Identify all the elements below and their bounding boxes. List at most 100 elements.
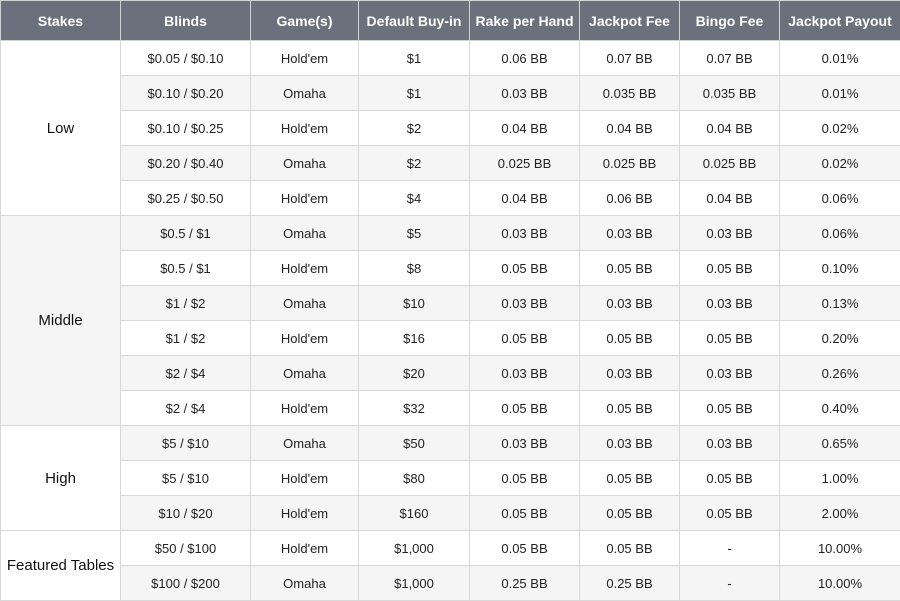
default-buy-in-cell: $4 [359, 181, 470, 216]
default-buy-in-cell: $1 [359, 76, 470, 111]
jackpot-fee-cell: 0.05 BB [580, 531, 680, 566]
rake-per-hand-cell: 0.03 BB [470, 216, 580, 251]
blinds-cell: $0.20 / $0.40 [121, 146, 251, 181]
jackpot-fee-cell: 0.03 BB [580, 216, 680, 251]
table-row: $100 / $200Omaha$1,0000.25 BB0.25 BB-10.… [1, 566, 900, 601]
default-buy-in-cell: $1 [359, 41, 470, 76]
default-buy-in-cell: $10 [359, 286, 470, 321]
stakes-cell: Middle [1, 216, 121, 426]
jackpot-payout-cell: 0.26% [780, 356, 900, 391]
jackpot-payout-cell: 10.00% [780, 531, 900, 566]
default-buy-in-cell: $2 [359, 111, 470, 146]
blinds-cell: $50 / $100 [121, 531, 251, 566]
default-buy-in-cell: $16 [359, 321, 470, 356]
bingo-fee-cell: 0.03 BB [680, 356, 780, 391]
default-buy-in-cell: $160 [359, 496, 470, 531]
jackpot-fee-cell: 0.03 BB [580, 426, 680, 461]
rake-per-hand-cell: 0.03 BB [470, 76, 580, 111]
default-buy-in-cell: $5 [359, 216, 470, 251]
game-cell: Hold'em [251, 531, 359, 566]
header-blinds: Blinds [121, 1, 251, 41]
table-row: $2 / $4Hold'em$320.05 BB0.05 BB0.05 BB0.… [1, 391, 900, 426]
game-cell: Omaha [251, 286, 359, 321]
blinds-cell: $0.5 / $1 [121, 216, 251, 251]
table-row: $2 / $4Omaha$200.03 BB0.03 BB0.03 BB0.26… [1, 356, 900, 391]
blinds-cell: $0.10 / $0.20 [121, 76, 251, 111]
jackpot-fee-cell: 0.025 BB [580, 146, 680, 181]
jackpot-fee-cell: 0.05 BB [580, 461, 680, 496]
table-row: $0.5 / $1Hold'em$80.05 BB0.05 BB0.05 BB0… [1, 251, 900, 286]
jackpot-fee-cell: 0.04 BB [580, 111, 680, 146]
game-cell: Omaha [251, 146, 359, 181]
header-row: Stakes Blinds Game(s) Default Buy-in Rak… [1, 1, 900, 41]
header-jackpot-payout: Jackpot Payout [780, 1, 900, 41]
game-cell: Hold'em [251, 251, 359, 286]
rake-per-hand-cell: 0.03 BB [470, 426, 580, 461]
rake-per-hand-cell: 0.05 BB [470, 496, 580, 531]
blinds-cell: $2 / $4 [121, 356, 251, 391]
blinds-cell: $1 / $2 [121, 321, 251, 356]
jackpot-fee-cell: 0.03 BB [580, 286, 680, 321]
rake-per-hand-cell: 0.05 BB [470, 251, 580, 286]
default-buy-in-cell: $8 [359, 251, 470, 286]
bingo-fee-cell: 0.025 BB [680, 146, 780, 181]
game-cell: Hold'em [251, 41, 359, 76]
blinds-cell: $5 / $10 [121, 426, 251, 461]
jackpot-payout-cell: 0.40% [780, 391, 900, 426]
bingo-fee-cell: 0.05 BB [680, 321, 780, 356]
jackpot-payout-cell: 0.13% [780, 286, 900, 321]
header-rake-per-hand: Rake per Hand [470, 1, 580, 41]
bingo-fee-cell: 0.05 BB [680, 391, 780, 426]
rake-per-hand-cell: 0.05 BB [470, 391, 580, 426]
jackpot-fee-cell: 0.05 BB [580, 391, 680, 426]
rake-per-hand-cell: 0.04 BB [470, 181, 580, 216]
blinds-cell: $1 / $2 [121, 286, 251, 321]
table-row: $1 / $2Omaha$100.03 BB0.03 BB0.03 BB0.13… [1, 286, 900, 321]
table-row: Middle$0.5 / $1Omaha$50.03 BB0.03 BB0.03… [1, 216, 900, 251]
jackpot-payout-cell: 0.06% [780, 181, 900, 216]
game-cell: Omaha [251, 566, 359, 601]
jackpot-fee-cell: 0.05 BB [580, 496, 680, 531]
jackpot-payout-cell: 0.02% [780, 146, 900, 181]
rake-table: Stakes Blinds Game(s) Default Buy-in Rak… [0, 0, 900, 601]
stakes-cell: High [1, 426, 121, 531]
game-cell: Hold'em [251, 496, 359, 531]
bingo-fee-cell: 0.07 BB [680, 41, 780, 76]
table-row: $0.20 / $0.40Omaha$20.025 BB0.025 BB0.02… [1, 146, 900, 181]
jackpot-payout-cell: 10.00% [780, 566, 900, 601]
bingo-fee-cell: 0.04 BB [680, 111, 780, 146]
jackpot-payout-cell: 2.00% [780, 496, 900, 531]
game-cell: Omaha [251, 356, 359, 391]
default-buy-in-cell: $32 [359, 391, 470, 426]
rake-per-hand-cell: 0.03 BB [470, 356, 580, 391]
jackpot-fee-cell: 0.035 BB [580, 76, 680, 111]
game-cell: Omaha [251, 216, 359, 251]
blinds-cell: $0.5 / $1 [121, 251, 251, 286]
blinds-cell: $0.25 / $0.50 [121, 181, 251, 216]
rake-per-hand-cell: 0.25 BB [470, 566, 580, 601]
bingo-fee-cell: 0.05 BB [680, 461, 780, 496]
jackpot-payout-cell: 0.02% [780, 111, 900, 146]
default-buy-in-cell: $80 [359, 461, 470, 496]
rake-per-hand-cell: 0.04 BB [470, 111, 580, 146]
blinds-cell: $0.10 / $0.25 [121, 111, 251, 146]
table-row: $0.10 / $0.25Hold'em$20.04 BB0.04 BB0.04… [1, 111, 900, 146]
blinds-cell: $0.05 / $0.10 [121, 41, 251, 76]
bingo-fee-cell: 0.03 BB [680, 426, 780, 461]
blinds-cell: $2 / $4 [121, 391, 251, 426]
rake-per-hand-cell: 0.06 BB [470, 41, 580, 76]
stakes-cell: Featured Tables [1, 531, 121, 601]
header-games: Game(s) [251, 1, 359, 41]
table-row: Low$0.05 / $0.10Hold'em$10.06 BB0.07 BB0… [1, 41, 900, 76]
rake-per-hand-cell: 0.025 BB [470, 146, 580, 181]
game-cell: Omaha [251, 426, 359, 461]
jackpot-fee-cell: 0.25 BB [580, 566, 680, 601]
bingo-fee-cell: 0.03 BB [680, 216, 780, 251]
jackpot-payout-cell: 0.65% [780, 426, 900, 461]
header-default-buy-in: Default Buy-in [359, 1, 470, 41]
table-row: $10 / $20Hold'em$1600.05 BB0.05 BB0.05 B… [1, 496, 900, 531]
game-cell: Hold'em [251, 111, 359, 146]
jackpot-fee-cell: 0.03 BB [580, 356, 680, 391]
rake-per-hand-cell: 0.05 BB [470, 531, 580, 566]
jackpot-fee-cell: 0.05 BB [580, 321, 680, 356]
